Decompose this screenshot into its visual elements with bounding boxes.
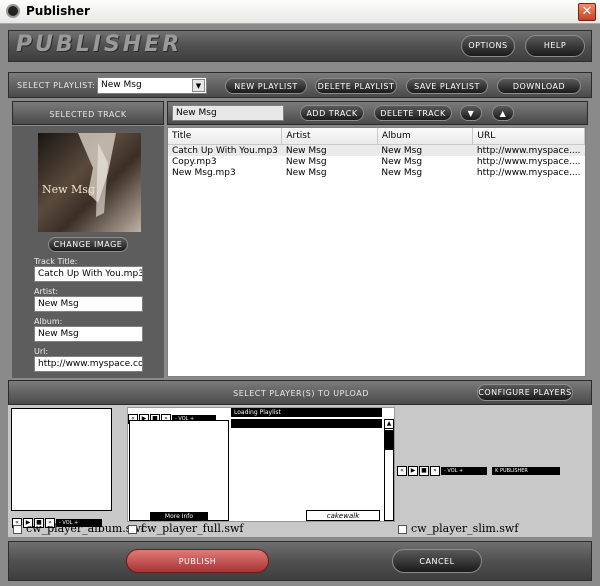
cell-artist: New Msg xyxy=(285,167,327,178)
cell-title: Copy.mp3 xyxy=(172,156,217,167)
artist-label: Artist: xyxy=(34,287,59,296)
publisher-logo: PUBLISHER xyxy=(16,32,183,57)
scroll-up-icon[interactable]: ▲ xyxy=(385,420,393,429)
more-info-button[interactable]: More Info xyxy=(150,512,208,521)
artist-field[interactable]: New Msg xyxy=(34,296,143,312)
column-header-artist[interactable]: Artist xyxy=(281,128,378,145)
close-window-button[interactable]: ✕ xyxy=(578,3,596,21)
arrow-down-icon: ▼ xyxy=(467,109,475,118)
album-label: Album: xyxy=(34,317,63,326)
album-player-preview xyxy=(11,408,112,511)
full-player-label: cw_player_full.swf xyxy=(141,522,244,535)
cell-album: New Msg xyxy=(381,145,423,156)
add-track-button[interactable]: ADD TRACK xyxy=(300,105,364,121)
chevron-down-icon[interactable]: ▼ xyxy=(192,79,205,92)
url-field[interactable]: http://www.myspace.com/ xyxy=(34,356,143,372)
track-title-field[interactable]: Catch Up With You.mp3 xyxy=(34,266,143,282)
full-player-scrollbar[interactable]: ▲ xyxy=(384,419,394,521)
table-row[interactable]: New Msg.mp3 New Msg New Msg http://www.m… xyxy=(168,167,585,178)
selected-track-header: SELECTED TRACK xyxy=(12,101,164,125)
loading-playlist-bar: Loading Playlist xyxy=(231,408,382,417)
album-field[interactable]: New Msg xyxy=(34,326,143,342)
slim-player-title: K PUBLISHER xyxy=(492,466,561,475)
publish-button[interactable]: PUBLISH xyxy=(126,549,269,573)
full-player-art xyxy=(129,420,229,521)
album-player-controls: «▶ ■» - VOL + xyxy=(12,512,112,528)
play-icon: ▶ xyxy=(408,465,418,476)
save-playlist-button[interactable]: SAVE PLAYLIST xyxy=(406,78,488,94)
table-row[interactable]: Copy.mp3 New Msg New Msg http://www.mysp… xyxy=(168,156,585,167)
album-cover-image: New Msg xyxy=(38,133,141,232)
forward-icon: » xyxy=(430,465,440,476)
cell-title: Catch Up With You.mp3 xyxy=(172,145,278,156)
column-header-url[interactable]: URL xyxy=(472,128,585,145)
cover-text: New Msg xyxy=(42,183,95,196)
column-header-album[interactable]: Album xyxy=(377,128,474,145)
slim-player-bar: «▶ ■» - VOL + K PUBLISHER xyxy=(397,460,587,476)
window-title-bar: Publisher ✕ xyxy=(0,0,600,24)
cakewalk-logo: cakewalk xyxy=(306,510,380,521)
download-button[interactable]: DOWNLOAD xyxy=(497,78,581,94)
help-button[interactable]: HELP xyxy=(525,35,585,57)
select-playlist-label: SELECT PLAYLIST: xyxy=(17,81,96,90)
change-image-button[interactable]: CHANGE IMAGE xyxy=(48,237,128,252)
footer-bar xyxy=(8,541,592,581)
volume-bar: - VOL + xyxy=(441,466,487,475)
app-icon xyxy=(6,4,20,18)
window-title: Publisher xyxy=(26,4,90,18)
stop-icon: ■ xyxy=(419,465,429,476)
table-row[interactable]: Catch Up With You.mp3 New Msg New Msg ht… xyxy=(168,144,585,156)
playlist-row-highlight xyxy=(231,419,382,428)
cell-title: New Msg.mp3 xyxy=(172,167,236,178)
arrow-up-icon: ▲ xyxy=(499,109,507,118)
configure-players-button[interactable]: CONFIGURE PLAYERS xyxy=(477,384,573,401)
rewind-icon: « xyxy=(397,465,407,476)
cell-artist: New Msg xyxy=(285,145,327,156)
scroll-thumb[interactable] xyxy=(385,430,393,450)
cell-url: http://www.myspace.... xyxy=(476,145,581,156)
cell-url: http://www.myspace.... xyxy=(476,156,581,167)
url-label: Url: xyxy=(34,347,49,356)
column-header-title[interactable]: Title xyxy=(168,128,283,145)
cell-album: New Msg xyxy=(381,167,423,178)
playlist-select[interactable]: New Msg ▼ xyxy=(97,77,207,94)
playlist-name-field[interactable]: New Msg xyxy=(172,105,284,121)
selected-track-title: SELECTED TRACK xyxy=(49,110,127,119)
full-player-checkbox[interactable] xyxy=(128,525,137,534)
cell-url: http://www.myspace.... xyxy=(476,167,581,178)
slim-player-checkbox[interactable] xyxy=(398,525,407,534)
track-title-label: Track Title: xyxy=(34,257,78,266)
move-up-button[interactable]: ▲ xyxy=(492,105,514,121)
cell-album: New Msg xyxy=(381,156,423,167)
tracks-table: Title Artist Album URL Catch Up With You… xyxy=(168,128,585,178)
new-playlist-button[interactable]: NEW PLAYLIST xyxy=(225,78,307,94)
move-down-button[interactable]: ▼ xyxy=(460,105,482,121)
table-header-row: Title Artist Album URL xyxy=(168,128,585,145)
tracks-table-container: Title Artist Album URL Catch Up With You… xyxy=(167,127,586,377)
options-button[interactable]: OPTIONS xyxy=(461,35,515,57)
album-player-checkbox[interactable] xyxy=(13,525,22,534)
delete-playlist-button[interactable]: DELETE PLAYLIST xyxy=(315,78,397,94)
playlist-select-value: New Msg xyxy=(101,80,142,90)
full-player-controls: «▶ ■» - VOL + xyxy=(128,408,228,424)
slim-player-label: cw_player_slim.swf xyxy=(411,522,519,535)
cell-artist: New Msg xyxy=(285,156,327,167)
cancel-button[interactable]: CANCEL xyxy=(392,549,482,573)
delete-track-button[interactable]: DELETE TRACK xyxy=(374,105,452,121)
